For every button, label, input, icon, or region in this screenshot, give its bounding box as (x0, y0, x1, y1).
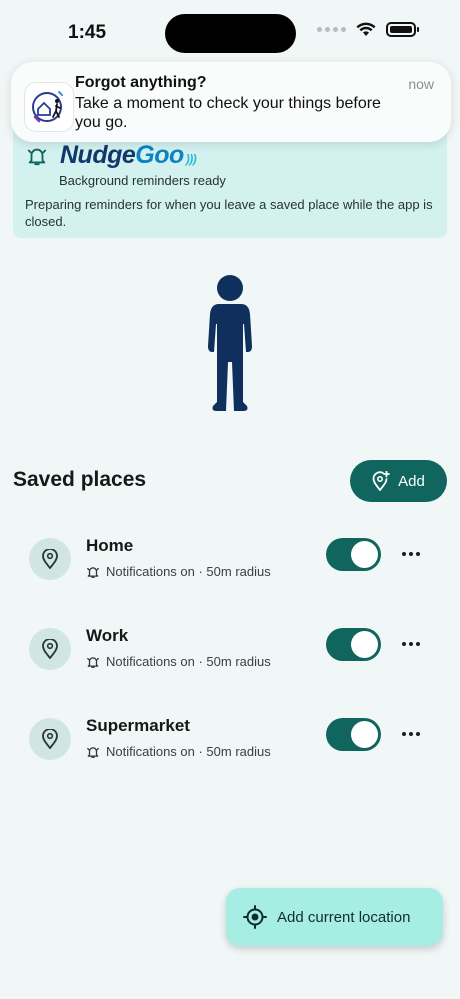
location-pin-icon (29, 628, 71, 670)
notification-bell-icon (87, 656, 99, 668)
saved-places-title: Saved places (13, 468, 147, 491)
notification-toggle[interactable] (326, 718, 381, 751)
notification-toggle[interactable] (326, 628, 381, 661)
signal-waves-icon: ))) (185, 152, 197, 166)
place-name: Home (86, 536, 134, 555)
brand-logo: NudgeGoo))) (60, 141, 197, 170)
place-meta-text: Notifications on · 50m radius (106, 564, 271, 579)
house-walker-icon (32, 91, 63, 123)
place-row-work[interactable]: Work Notifications on · 50m radius (13, 608, 447, 692)
notification-banner[interactable]: Forgot anything? Take a moment to check … (11, 62, 451, 142)
place-name: Supermarket (86, 716, 190, 735)
notification-time: now (408, 76, 434, 92)
place-meta-text: Notifications on · 50m radius (106, 744, 271, 759)
place-name: Work (86, 626, 129, 645)
notification-title: Forgot anything? (75, 74, 207, 91)
bell-icon (27, 148, 47, 165)
place-row-supermarket[interactable]: Supermarket Notifications on · 50m radiu… (13, 698, 447, 782)
add-current-location-button[interactable]: Add current location (226, 888, 443, 946)
notification-bell-icon (87, 566, 99, 578)
location-pin-icon (29, 718, 71, 760)
status-bar: 1:45 (0, 0, 460, 60)
battery-icon (386, 22, 419, 37)
add-place-button[interactable]: Add (350, 460, 447, 502)
notification-toggle[interactable] (326, 538, 381, 571)
dynamic-island (165, 14, 296, 53)
person-figure-icon (208, 275, 252, 411)
more-options-icon[interactable] (397, 540, 425, 568)
app-icon (24, 82, 74, 132)
crosshair-location-icon (243, 905, 267, 929)
place-meta: Notifications on · 50m radius (86, 564, 271, 579)
info-description: Preparing reminders for when you leave a… (25, 197, 433, 229)
wifi-icon (356, 22, 376, 36)
status-time: 1:45 (68, 22, 107, 43)
cellular-signal-icon (317, 27, 346, 32)
notification-body: Take a moment to check your things befor… (75, 95, 381, 131)
add-place-label: Add (398, 472, 425, 490)
add-current-location-label: Add current location (277, 908, 411, 926)
place-row-home[interactable]: Home Notifications on · 50m radius (13, 518, 447, 602)
status-icons (317, 22, 419, 37)
brand-name-right: Goo (135, 141, 184, 169)
place-meta: Notifications on · 50m radius (86, 744, 271, 759)
more-options-icon[interactable] (397, 720, 425, 748)
brand-name-left: Nudge (60, 141, 136, 169)
brand-row: NudgeGoo))) (26, 141, 197, 170)
location-pin-icon (29, 538, 71, 580)
notification-bell-icon (87, 746, 99, 758)
more-options-icon[interactable] (397, 630, 425, 658)
place-meta-text: Notifications on · 50m radius (106, 654, 271, 669)
place-meta: Notifications on · 50m radius (86, 654, 271, 669)
add-location-icon (372, 471, 391, 491)
info-subtitle: Background reminders ready (59, 173, 226, 188)
